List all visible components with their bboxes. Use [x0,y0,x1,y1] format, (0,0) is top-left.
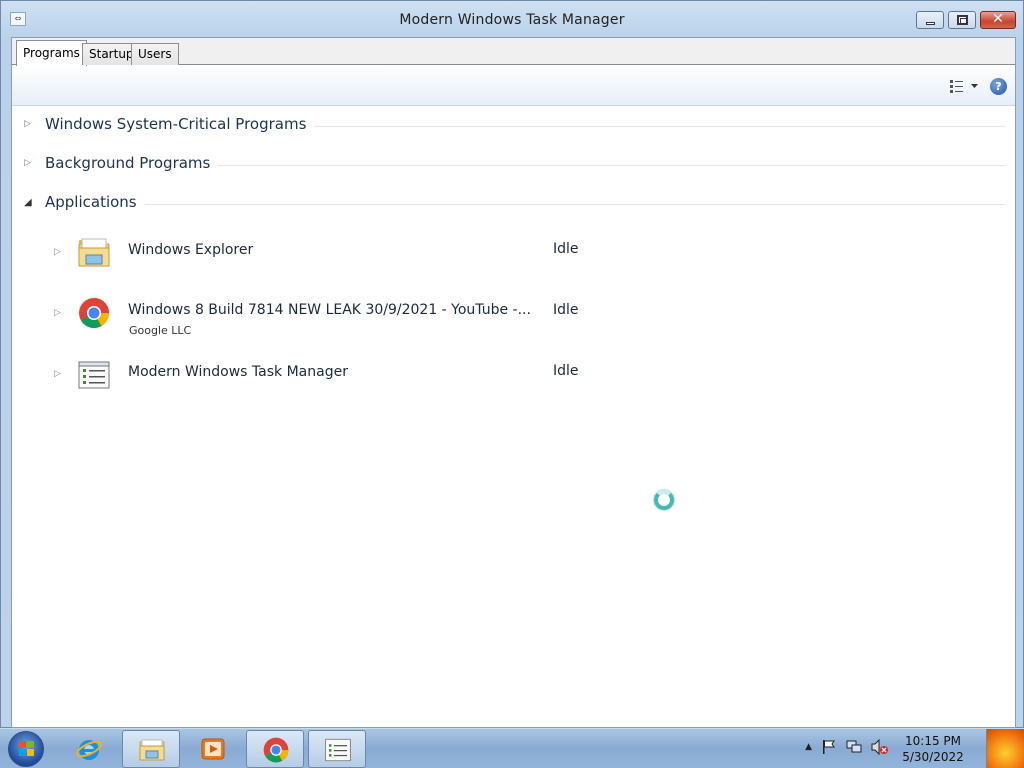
media-player-icon [201,738,225,760]
app-name: Modern Windows Task Manager [128,364,348,380]
app-status: Idle [553,302,579,318]
group-system-critical[interactable]: ▷ Windows System-Critical Programs [12,114,1015,138]
task-manager-window: ⇔ Modern Windows Task Manager ✕ Programs… [0,0,1024,728]
taskbar-windows-explorer[interactable] [122,730,180,768]
expand-arrow-icon[interactable]: ▷ [24,158,31,168]
close-button[interactable]: ✕ [980,11,1016,29]
tab-programs[interactable]: Programs [16,40,87,66]
windows-logo-icon [19,741,35,757]
collapse-arrow-icon[interactable]: ◢ [24,197,32,208]
group-label: Background Programs [45,154,219,172]
expand-arrow-icon[interactable]: ▷ [24,119,31,129]
list-item-windows-explorer[interactable]: ▷ Windows Explorer Idle [12,230,1015,286]
taskbar: ▲ 10:15 PM 5/30/2022 [0,728,1024,768]
task-manager-icon [325,738,351,762]
group-applications[interactable]: ◢ Applications [12,192,1015,216]
minimize-button[interactable] [916,11,944,29]
system-tray: ▲ [805,739,889,755]
start-button[interactable] [8,731,44,767]
maximize-button[interactable] [948,11,976,29]
group-divider [52,204,1005,205]
group-background[interactable]: ▷ Background Programs [12,153,1015,177]
group-label: Windows System-Critical Programs [45,115,315,133]
view-options-button[interactable] [949,79,979,96]
help-icon[interactable]: ? [990,78,1007,95]
window-controls: ✕ [912,11,1016,29]
clock-time: 10:15 PM [905,734,961,748]
clock[interactable]: 10:15 PM 5/30/2022 [902,733,964,765]
network-icon[interactable] [846,739,862,755]
ie-icon [76,740,102,760]
action-center-flag-icon[interactable] [821,739,837,755]
expand-arrow-icon[interactable]: ▷ [54,308,61,318]
list-item-chrome[interactable]: ▷ Windows 8 Build 7814 NEW LEAK 30/9/202… [12,291,1015,347]
client-area: Programs Startup Users ? ▷ Windows Syste… [11,37,1016,728]
taskbar-chrome[interactable] [246,730,304,768]
list-item-task-manager[interactable]: ▷ Modern Windows Task Manager Idle [12,352,1015,408]
tab-bar: Programs Startup Users [12,38,1015,66]
details-view-icon [950,80,978,93]
expand-arrow-icon[interactable]: ▷ [54,247,61,257]
app-publisher: Google LLC [129,324,192,337]
toolbar: ? [12,66,1015,106]
expand-arrow-icon[interactable]: ▷ [54,369,61,379]
taskbar-media-player[interactable] [184,730,242,768]
task-manager-icon [78,361,110,389]
taskbar-task-manager[interactable] [308,730,366,768]
restore-icon [957,15,968,25]
app-name: Windows 8 Build 7814 NEW LEAK 30/9/2021 … [128,302,531,318]
chrome-icon [263,737,289,763]
title-bar[interactable]: ⇔ Modern Windows Task Manager ✕ [1,1,1023,37]
volume-muted-icon[interactable] [871,739,889,755]
window-title: Modern Windows Task Manager [399,12,625,28]
chrome-icon [79,298,109,329]
busy-cursor-icon [654,490,674,510]
close-icon: ✕ [992,11,1004,27]
show-hidden-icons-button[interactable]: ▲ [805,742,812,755]
app-status: Idle [553,241,579,257]
app-status: Idle [553,363,579,379]
folder-icon [78,238,110,267]
tab-users[interactable]: Users [131,43,179,65]
explorer-icon [139,739,165,761]
clock-date: 5/30/2022 [902,750,964,764]
taskbar-internet-explorer[interactable] [60,730,118,768]
app-name: Windows Explorer [128,242,254,258]
group-label: Applications [45,193,145,211]
show-desktop-button[interactable] [986,729,1024,768]
minimize-icon [926,22,935,25]
